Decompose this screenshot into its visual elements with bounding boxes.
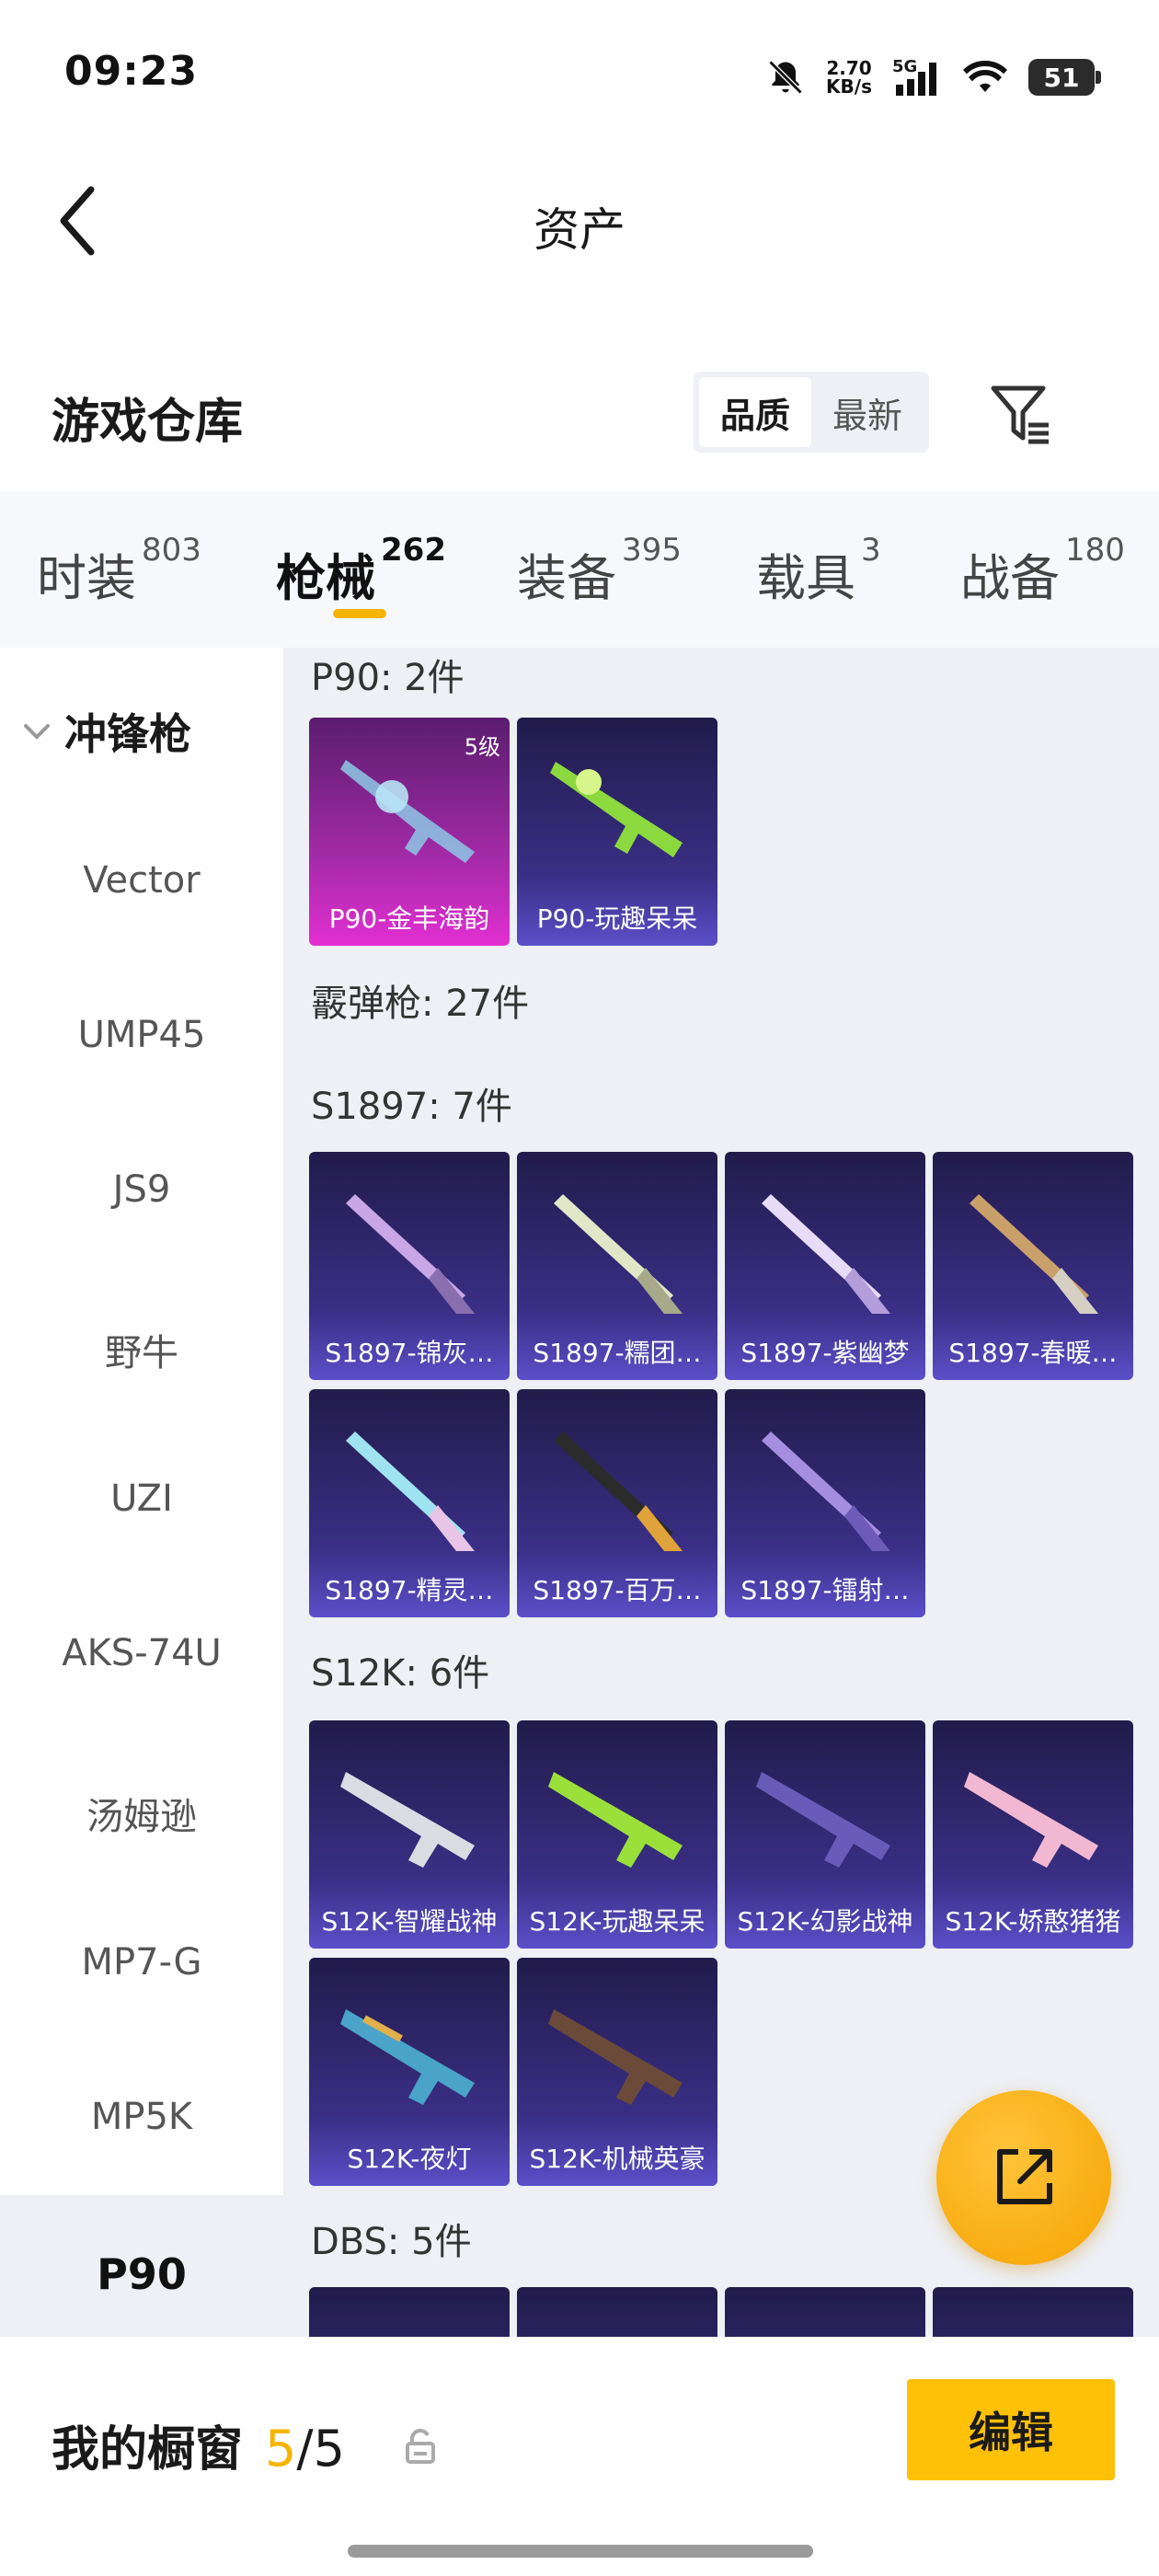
gun-icon	[340, 1772, 475, 1868]
gun-icon	[548, 2009, 683, 2105]
gun-icon	[970, 1194, 1098, 1314]
weapon-card-s12k-5[interactable]: S12K-夜灯	[309, 1958, 510, 2186]
gun-icon	[554, 1432, 683, 1551]
sidebar-item-mp7g[interactable]: MP7-G	[0, 1941, 283, 1984]
share-icon	[997, 2149, 1052, 2204]
weapon-card-s1897-2[interactable]: S1897-糯团…	[517, 1152, 717, 1380]
gun-icon	[550, 762, 683, 857]
tab-indicator	[333, 609, 386, 618]
sidebar-group-smg[interactable]: 冲锋枪	[22, 701, 191, 762]
showcase-count: 5/5	[265, 2420, 345, 2478]
status-bar: 09:23 2.70 KB/s 5G 51	[0, 0, 1159, 147]
filter-icon	[991, 385, 1049, 444]
gun-icon	[762, 1194, 890, 1314]
weapon-card-s12k-6[interactable]: S12K-机械英豪	[517, 1958, 717, 2186]
sidebar-item-thompson[interactable]: 汤姆逊	[0, 1787, 283, 1840]
tab-fashion[interactable]: 时装 803	[37, 532, 201, 610]
gun-icon	[346, 1432, 475, 1551]
gun-icon	[340, 760, 475, 863]
filter-button[interactable]	[984, 377, 1058, 451]
weapon-card-s12k-3[interactable]: S12K-幻影战神	[725, 1720, 925, 1949]
sidebar-item-bizon[interactable]: 野牛	[0, 1323, 283, 1376]
weapon-card-dbs-3[interactable]	[725, 2287, 925, 2337]
wifi-icon	[963, 61, 1007, 92]
gun-icon	[554, 1194, 683, 1314]
section-title-s12k: S12K: 6件	[311, 1652, 490, 1695]
home-indicator[interactable]	[348, 2545, 813, 2558]
page-title: 资产	[534, 203, 625, 257]
gun-icon	[762, 1432, 890, 1551]
edit-button[interactable]: 编辑	[907, 2379, 1115, 2480]
status-icons: 2.70 KB/s 5G 51	[765, 52, 1101, 103]
sidebar-item-js9[interactable]: JS9	[0, 1168, 283, 1211]
sort-toggle: 品质 最新	[694, 372, 929, 453]
section-title-shotgun: 霰弹枪: 27件	[311, 983, 530, 1025]
net-speed: 2.70 KB/s	[826, 57, 872, 98]
tab-guns[interactable]: 枪械 262	[276, 532, 446, 610]
sidebar-item-vector[interactable]: Vector	[0, 859, 283, 902]
category-tabs: 时装 803 枪械 262 装备 395 载具 3 战备 180	[0, 491, 1159, 648]
weapon-card-s12k-2[interactable]: S12K-玩趣呆呆	[517, 1720, 717, 1949]
section-title-dbs: DBS: 5件	[311, 2221, 472, 2263]
tab-equipment[interactable]: 装备 395	[517, 532, 682, 610]
section-title-s1897: S1897: 7件	[311, 1086, 512, 1128]
warehouse-title: 游戏仓库	[52, 395, 244, 450]
sidebar-item-ump45[interactable]: UMP45	[0, 1014, 283, 1056]
weapon-sidebar: 冲锋枪 Vector UMP45 JS9 野牛 UZI AKS-74U 汤姆逊 …	[0, 648, 283, 2353]
bottom-bar: 我的橱窗 5/5 编辑	[0, 2337, 1159, 2576]
sidebar-item-aks74u[interactable]: AKS-74U	[0, 1632, 283, 1674]
weapon-card-dbs-1[interactable]	[309, 2287, 510, 2337]
sort-newest[interactable]: 最新	[811, 377, 924, 447]
section-title-p90: P90: 2件	[311, 657, 465, 699]
sidebar-item-p90[interactable]: P90	[0, 2195, 283, 2353]
weapon-card-s1897-6[interactable]: S1897-百万…	[517, 1389, 717, 1617]
weapon-card-dbs-2[interactable]	[517, 2287, 717, 2337]
weapon-card-p90-playful[interactable]: P90-玩趣呆呆	[517, 718, 717, 946]
notifications-off-icon	[768, 60, 803, 95]
unlock-icon[interactable]	[405, 2429, 436, 2466]
battery-icon: 51	[1028, 59, 1101, 96]
weapon-card-s12k-1[interactable]: S12K-智耀战神	[309, 1720, 510, 1949]
sidebar-item-mp5k[interactable]: MP5K	[0, 2096, 283, 2138]
weapon-card-dbs-4[interactable]	[933, 2287, 1133, 2337]
weapon-card-p90-gold[interactable]: 5级 P90-金丰海韵	[309, 718, 510, 946]
weapon-card-s1897-3[interactable]: S1897-紫幽梦	[725, 1152, 925, 1380]
gun-icon	[756, 1772, 890, 1868]
weapon-card-s1897-7[interactable]: S1897-镭射…	[725, 1389, 925, 1617]
weapon-grid: P90: 2件 5级 P90-金丰海韵 P90-玩趣呆呆 霰弹枪: 27件 S1…	[283, 648, 1159, 2337]
share-fab-button[interactable]	[936, 2090, 1111, 2265]
gun-icon	[964, 1772, 1098, 1868]
tab-supplies[interactable]: 战备 180	[960, 532, 1125, 610]
sidebar-item-uzi[interactable]: UZI	[0, 1478, 283, 1520]
weapon-card-s12k-4[interactable]: S12K-娇憨猪猪	[933, 1720, 1133, 1949]
weapon-card-s1897-1[interactable]: S1897-锦灰…	[309, 1152, 510, 1380]
sort-quality[interactable]: 品质	[699, 377, 811, 447]
status-time: 09:23	[64, 48, 199, 95]
tab-vehicles[interactable]: 载具 3	[756, 532, 881, 610]
gun-icon	[346, 1194, 475, 1314]
gun-icon	[340, 2009, 475, 2105]
showcase-label: 我的橱窗 5/5	[52, 2420, 345, 2478]
chevron-down-icon	[24, 724, 50, 740]
cellular-signal-icon: 5G	[892, 57, 942, 98]
weapon-card-s1897-4[interactable]: S1897-春暖…	[933, 1152, 1133, 1380]
gun-icon	[548, 1772, 683, 1868]
weapon-card-s1897-5[interactable]: S1897-精灵…	[309, 1389, 510, 1617]
